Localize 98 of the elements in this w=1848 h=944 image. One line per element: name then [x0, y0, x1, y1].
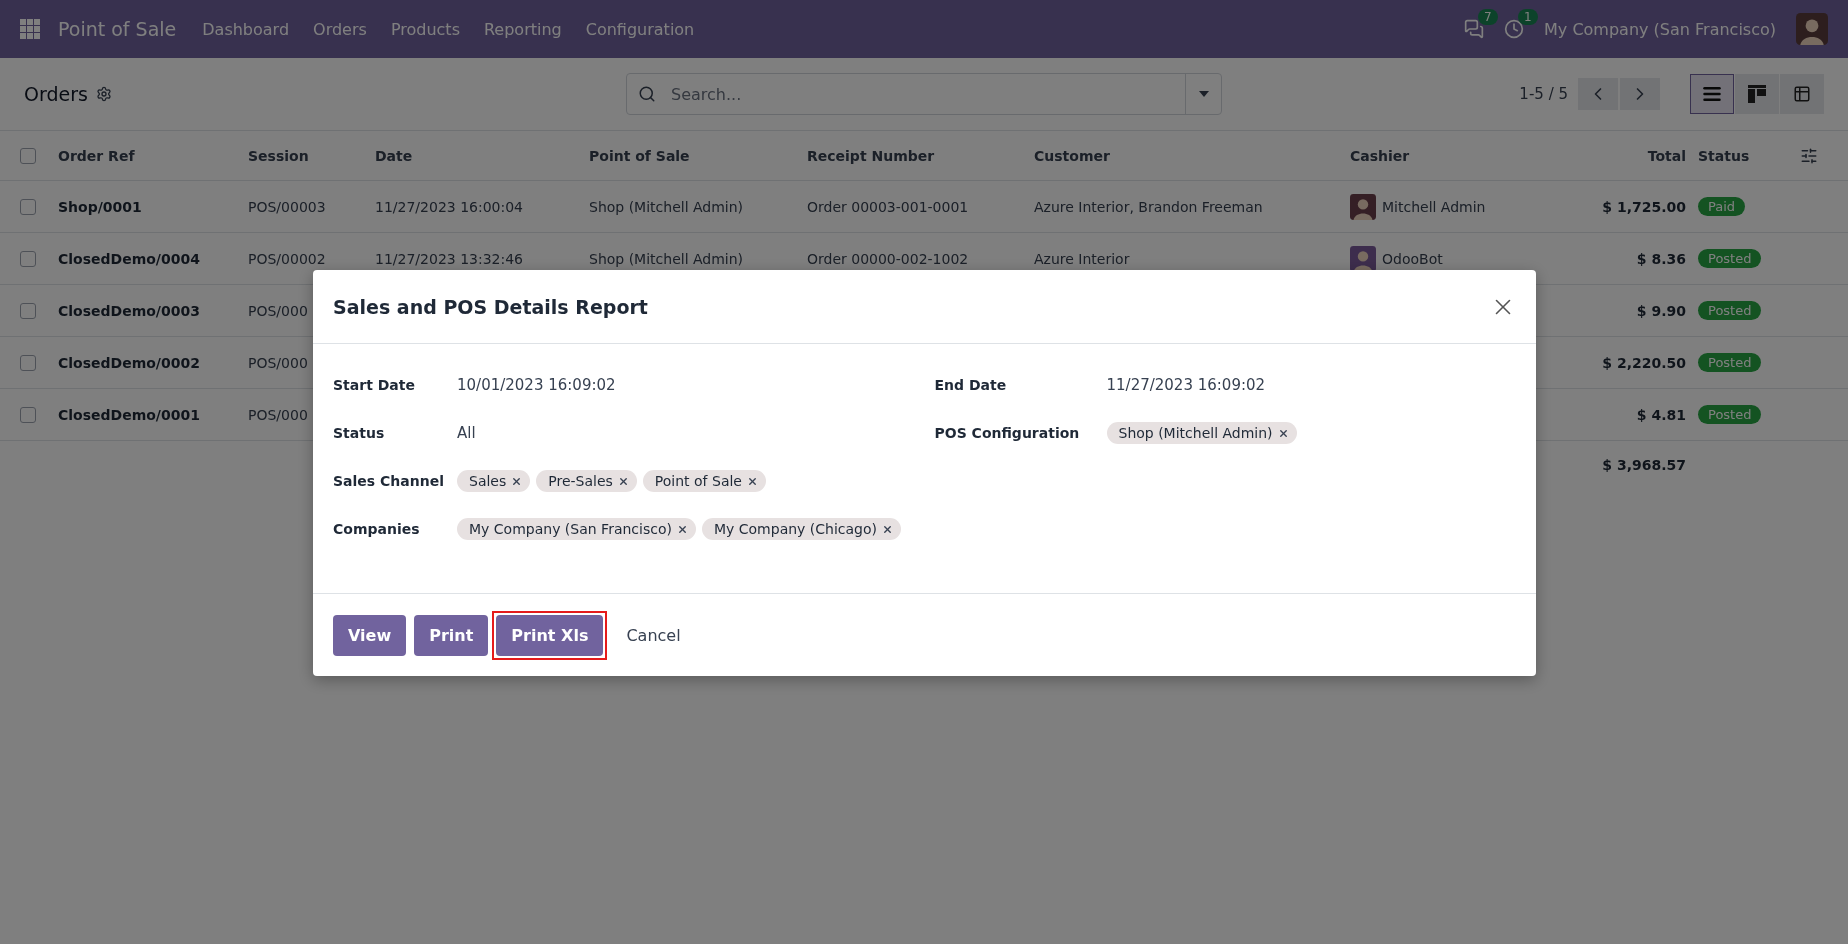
- table-cell: $ 1,725.00: [1602, 198, 1686, 215]
- column-header[interactable]: Receipt Number: [807, 147, 935, 164]
- field-label: Sales Channel: [333, 473, 445, 489]
- avatar-icon: [1350, 245, 1376, 272]
- pivot-view-icon: [1793, 85, 1811, 103]
- table-cell: POS/000: [248, 406, 308, 423]
- remove-icon[interactable]: [1277, 427, 1289, 439]
- tag-label: Sales: [469, 473, 507, 489]
- status-badge: Posted: [1698, 405, 1762, 424]
- remove-icon[interactable]: [511, 475, 523, 487]
- list-view-icon: [1702, 84, 1722, 104]
- avatar-icon: [1350, 193, 1376, 220]
- table-cell: Azure Interior, Brandon Freeman: [1034, 198, 1263, 215]
- pager-text: 1-5 / 5: [1519, 85, 1568, 103]
- status-badge: Posted: [1698, 353, 1762, 372]
- table-cell: Shop (Mitchell Admin): [589, 250, 744, 267]
- table-cell: ClosedDemo/0003: [58, 302, 200, 319]
- table-cell: Order 00000-002-1002: [807, 250, 969, 267]
- table-cell: 11/27/2023 16:00:04: [375, 198, 524, 215]
- avatar-icon: [1796, 13, 1828, 45]
- menu-item[interactable]: Reporting: [471, 19, 574, 39]
- status-badge: Posted: [1698, 249, 1762, 268]
- menu-item[interactable]: Orders: [301, 19, 379, 39]
- tag-label: My Company (San Francisco): [469, 521, 672, 537]
- field-label: End Date: [934, 377, 1008, 393]
- menu-item[interactable]: Products: [378, 19, 472, 39]
- tag-label: My Company (Chicago): [713, 521, 878, 537]
- table-cell: $ 2,220.50: [1602, 354, 1686, 371]
- field-label: Status: [333, 425, 386, 441]
- company-switcher[interactable]: My Company (San Francisco): [1544, 19, 1776, 39]
- table-cell: $ 9.90: [1636, 302, 1686, 319]
- field-label: Companies: [333, 521, 421, 537]
- primary-button[interactable]: View: [333, 614, 407, 656]
- apps-grid-icon[interactable]: [20, 19, 40, 39]
- field-value[interactable]: 11/27/2023 16:09:02: [1106, 376, 1516, 394]
- status-badge: Paid: [1698, 197, 1746, 216]
- settings-icon[interactable]: [95, 86, 112, 102]
- table-cell: OdooBot: [1382, 250, 1443, 267]
- tag-label: Point of Sale: [654, 473, 742, 489]
- column-header[interactable]: Order Ref: [58, 147, 135, 164]
- search-field[interactable]: Search...: [626, 73, 1222, 115]
- view-switch-button[interactable]: [1690, 74, 1734, 114]
- field-label: Start Date: [333, 377, 416, 393]
- row-checkbox[interactable]: [20, 406, 36, 423]
- column-header[interactable]: Customer: [1034, 147, 1110, 164]
- row-checkbox[interactable]: [20, 302, 36, 319]
- tag-label: Pre-Sales: [548, 473, 613, 489]
- row-checkbox[interactable]: [20, 198, 36, 215]
- table-cell: ClosedDemo/0001: [58, 406, 200, 423]
- dialog-title: Sales and POS Details Report: [333, 295, 648, 318]
- menu-item[interactable]: Dashboard: [190, 19, 302, 39]
- primary-button[interactable]: Print Xls: [496, 614, 604, 656]
- table-cell: ClosedDemo/0004: [58, 250, 200, 267]
- primary-button[interactable]: Print: [414, 614, 489, 656]
- notification-badge: 7: [1478, 9, 1498, 25]
- clock-icon[interactable]: [1504, 19, 1525, 39]
- remove-icon[interactable]: [676, 523, 688, 535]
- cancel-button[interactable]: Cancel: [611, 614, 696, 656]
- tag-label: Shop (Mitchell Admin): [1118, 425, 1273, 441]
- table-cell: ClosedDemo/0002: [58, 354, 200, 371]
- row-checkbox[interactable]: [20, 250, 36, 267]
- table-cell: POS/00003: [248, 198, 326, 215]
- table-cell: POS/00002: [248, 250, 326, 267]
- remove-icon[interactable]: [746, 475, 758, 487]
- remove-icon[interactable]: [882, 523, 894, 535]
- kanban-view-icon: [1748, 85, 1766, 103]
- column-header[interactable]: Point of Sale: [589, 147, 690, 164]
- field-label: POS Configuration: [934, 425, 1081, 441]
- table-cell: $ 8.36: [1636, 250, 1686, 267]
- table-cell: Shop/0001: [58, 198, 142, 215]
- search-icon: [638, 85, 656, 103]
- column-header[interactable]: Session: [248, 147, 309, 164]
- column-header[interactable]: Total: [1647, 147, 1686, 164]
- remove-icon[interactable]: [617, 475, 629, 487]
- status-badge: Posted: [1698, 301, 1762, 320]
- field-value[interactable]: 10/01/2023 16:09:02: [457, 376, 915, 394]
- table-cell: Mitchell Admin: [1382, 198, 1486, 215]
- caret-icon: [1198, 91, 1209, 97]
- page-title: Orders: [24, 83, 88, 105]
- table-cell: Shop (Mitchell Admin): [589, 198, 744, 215]
- table-cell: Order 00003-001-0001: [807, 198, 969, 215]
- column-header[interactable]: Status: [1698, 147, 1750, 164]
- table-cell: POS/000: [248, 354, 308, 371]
- app-title[interactable]: Point of Sale: [58, 18, 177, 40]
- table-cell: 11/27/2023 13:32:46: [375, 250, 524, 267]
- column-settings-icon[interactable]: [1800, 146, 1818, 165]
- table-cell: POS/000: [248, 302, 308, 319]
- select-all-checkbox[interactable]: [20, 147, 36, 164]
- field-value[interactable]: All: [457, 424, 915, 442]
- row-checkbox[interactable]: [20, 354, 36, 371]
- sum-total: $ 3,968.57: [1602, 457, 1686, 473]
- column-header[interactable]: Cashier: [1350, 147, 1410, 164]
- menu-item[interactable]: Configuration: [573, 19, 707, 39]
- column-header[interactable]: Date: [375, 147, 413, 164]
- chat-icon[interactable]: [1464, 19, 1485, 39]
- table-cell: Azure Interior: [1034, 250, 1130, 267]
- table-cell: $ 4.81: [1636, 406, 1686, 423]
- notification-badge: 1: [1518, 9, 1538, 25]
